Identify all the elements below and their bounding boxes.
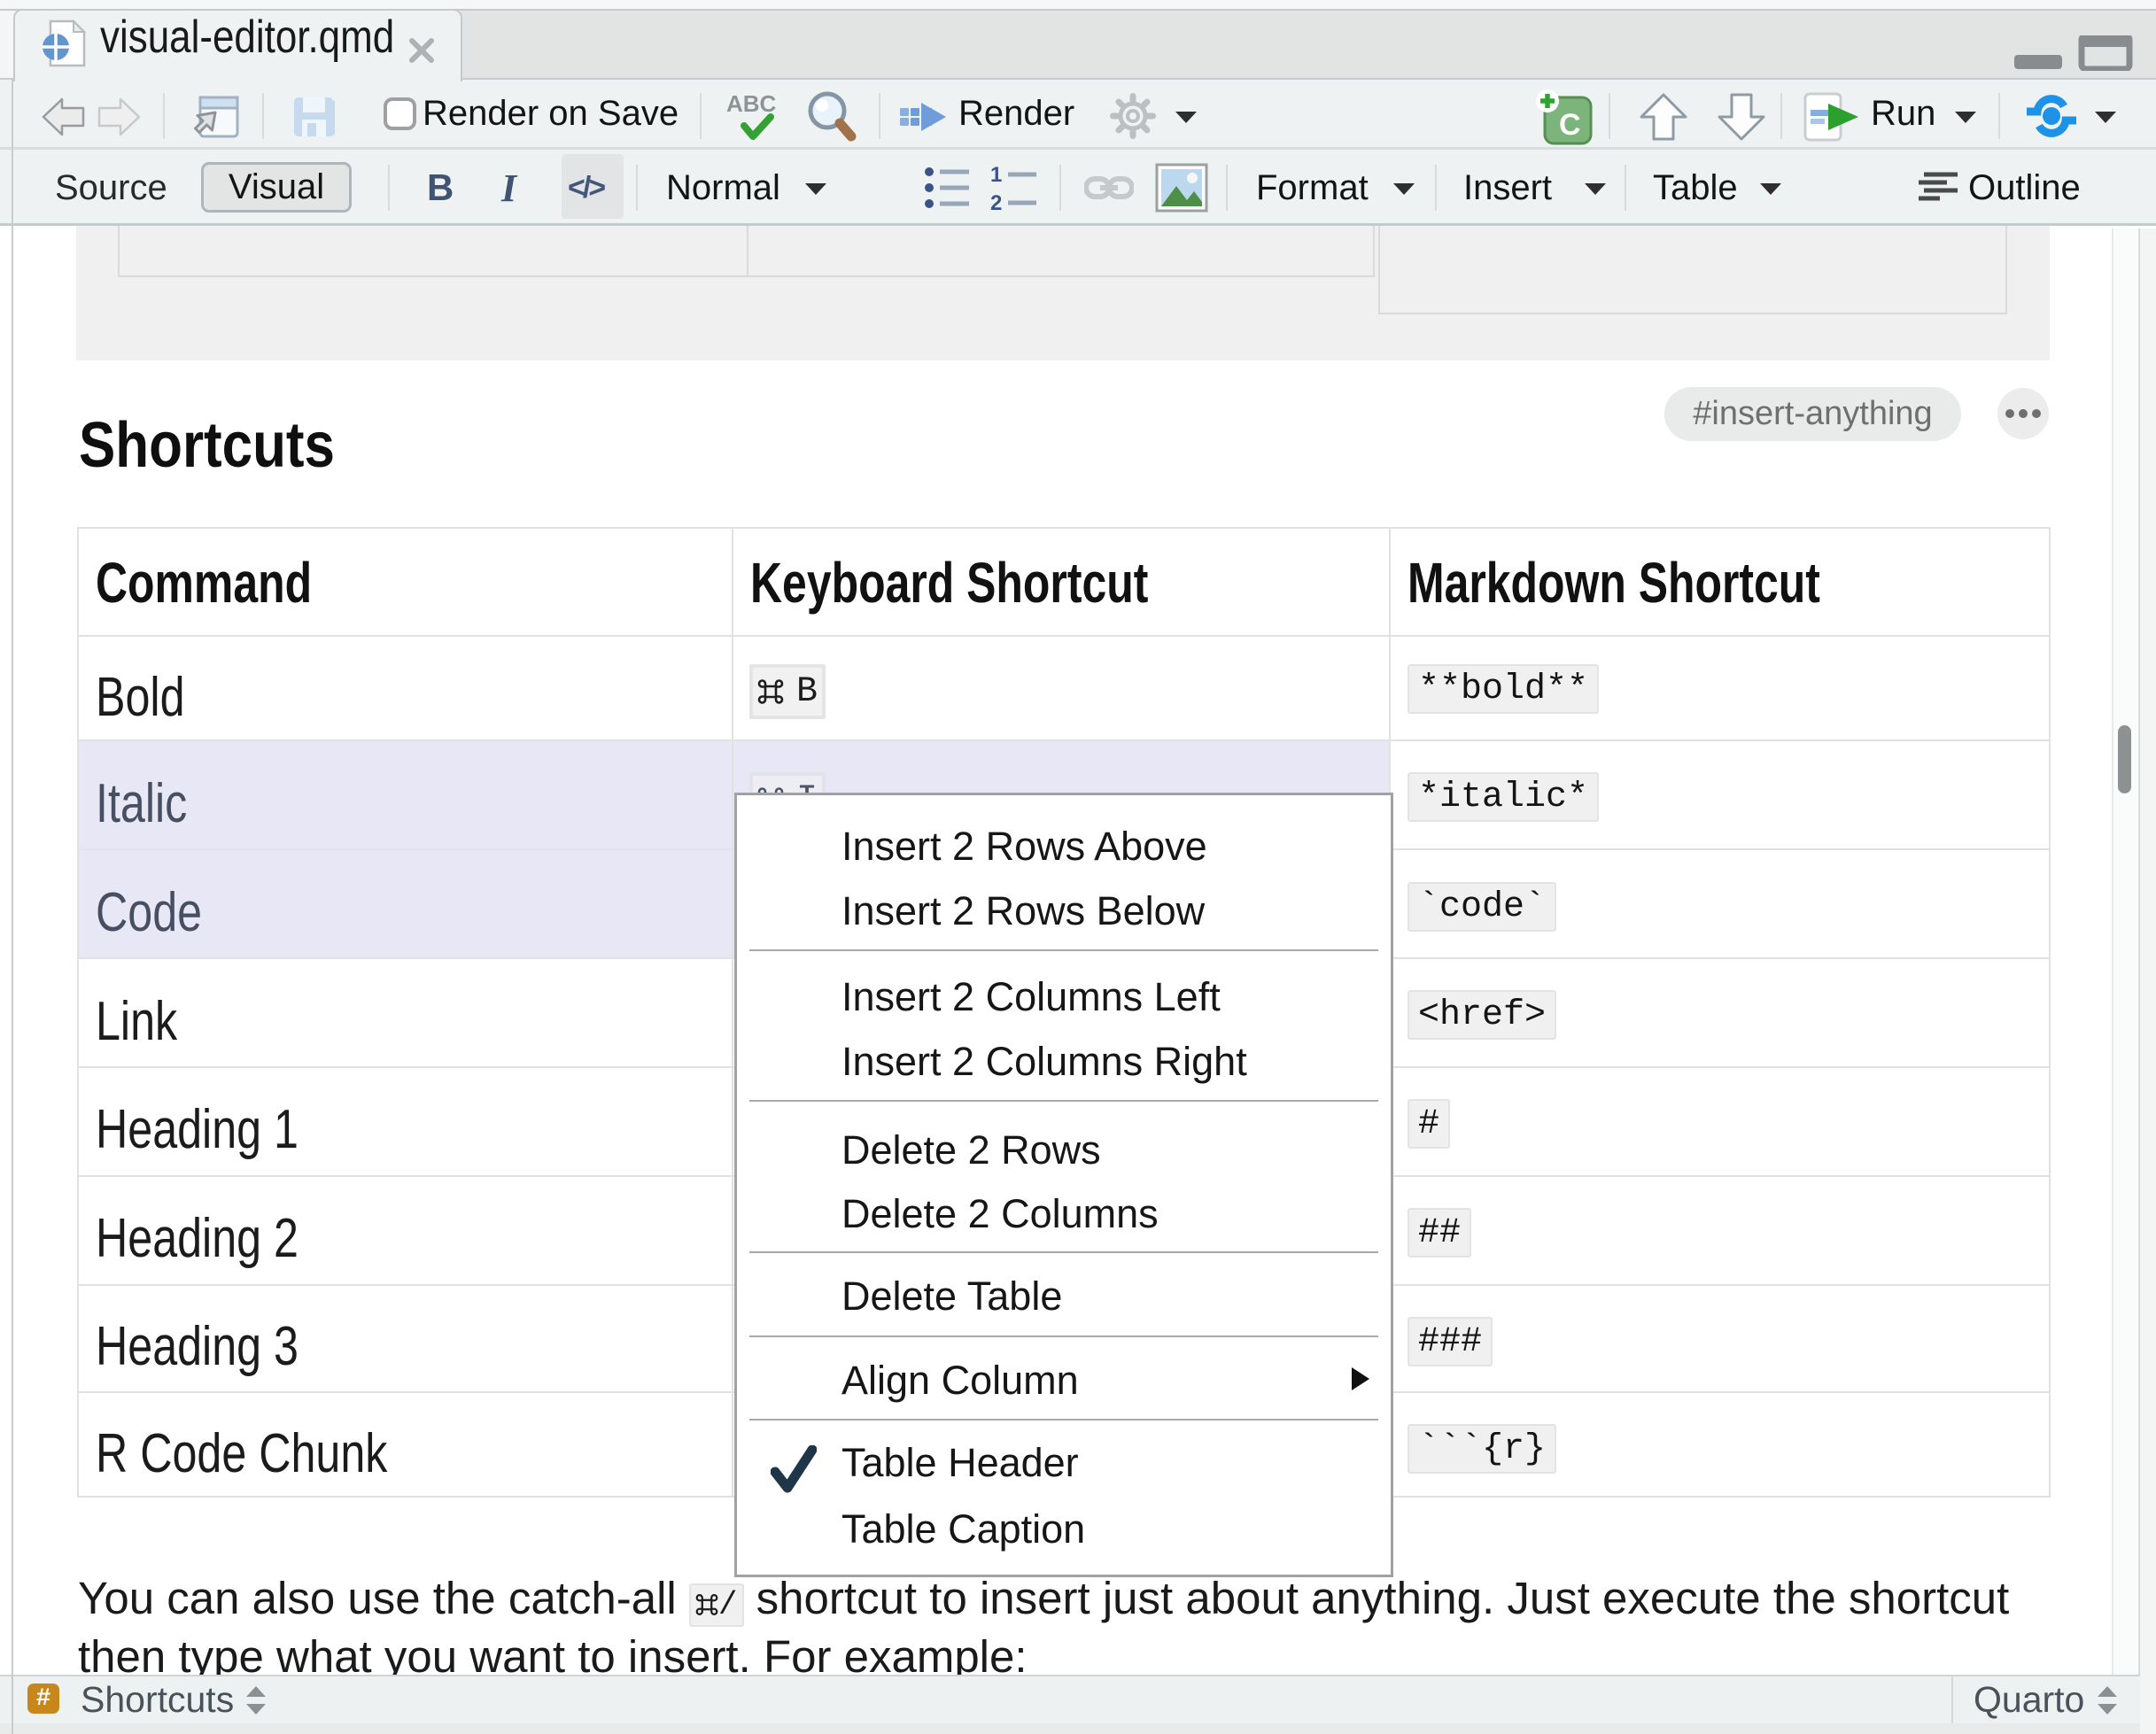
svg-text:C: C	[1559, 108, 1581, 142]
svg-text:ABC: ABC	[726, 90, 777, 117]
svg-text:1: 1	[990, 165, 1002, 187]
svg-text:2: 2	[990, 191, 1002, 211]
